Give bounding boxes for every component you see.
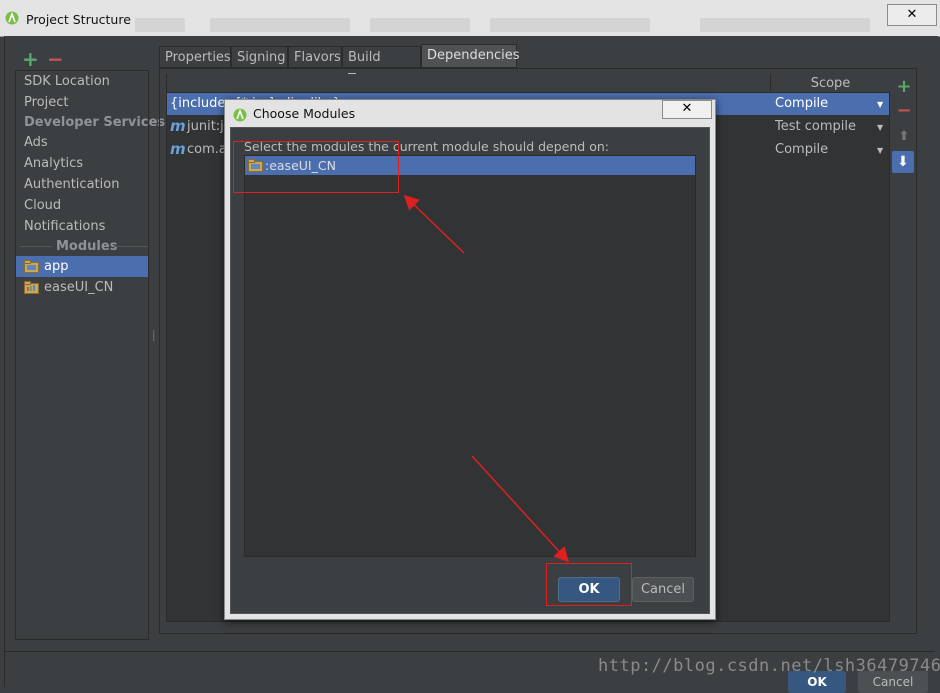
annotation-arrows: [403, 194, 570, 563]
annotation-arrow: [471, 455, 570, 563]
annotation-arrow: [403, 194, 465, 254]
